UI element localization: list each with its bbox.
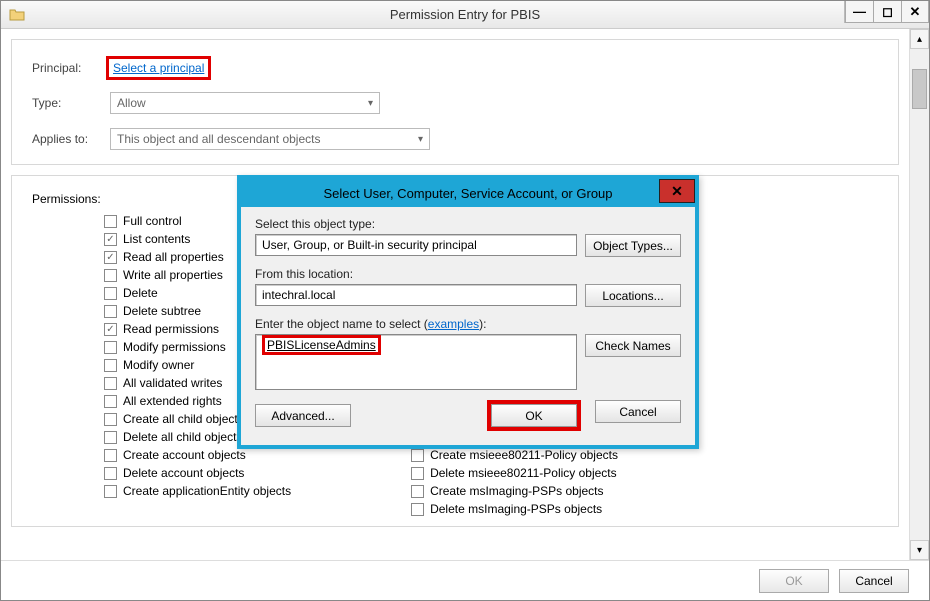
permission-checkbox[interactable] (411, 503, 424, 516)
select-object-title: Select User, Computer, Service Account, … (323, 186, 612, 201)
select-object-ok-button[interactable]: OK (491, 404, 577, 427)
scroll-up-button[interactable]: ▴ (910, 29, 929, 49)
permission-label: Delete (123, 286, 158, 300)
permission-checkbox[interactable] (104, 449, 117, 462)
permission-item: Create msImaging-PSPs objects (411, 484, 677, 498)
permission-label: Delete msieee80211-Policy objects (430, 466, 617, 480)
location-label: From this location: (255, 267, 681, 281)
examples-link[interactable]: examples (428, 317, 479, 331)
object-types-button[interactable]: Object Types... (585, 234, 681, 257)
applies-value: This object and all descendant objects (117, 132, 320, 146)
permission-item: Create account objects (104, 448, 291, 462)
permission-label: Create applicationEntity objects (123, 484, 291, 498)
select-object-footer: Advanced... OK Cancel (255, 400, 681, 431)
applies-label: Applies to: (32, 132, 110, 146)
object-name-input[interactable]: PBISLicenseAdmins (255, 334, 577, 390)
locations-button[interactable]: Locations... (585, 284, 681, 307)
window-title: Permission Entry for PBIS (390, 7, 540, 22)
object-name-label: Enter the object name to select (example… (255, 317, 681, 331)
location-field: intechral.local (255, 284, 577, 306)
permission-label: Create all child objects (123, 412, 244, 426)
permission-label: Create account objects (123, 448, 246, 462)
permission-item: Create msieee80211-Policy objects (411, 448, 677, 462)
permission-label: Modify owner (123, 358, 194, 372)
object-type-label: Select this object type: (255, 217, 681, 231)
permission-checkbox[interactable] (104, 467, 117, 480)
select-object-titlebar: Select User, Computer, Service Account, … (241, 179, 695, 207)
permission-checkbox[interactable] (104, 341, 117, 354)
permission-label: List contents (123, 232, 190, 246)
permission-checkbox[interactable] (104, 485, 117, 498)
permission-label: Create msImaging-PSPs objects (430, 484, 603, 498)
permission-item: Delete msieee80211-Policy objects (411, 466, 677, 480)
permission-entry-window: Permission Entry for PBIS — ◻ ✕ Principa… (0, 0, 930, 601)
permission-checkbox[interactable] (104, 215, 117, 228)
permission-label: Delete account objects (123, 466, 244, 480)
permission-label: All extended rights (123, 394, 222, 408)
minimize-button[interactable]: — (845, 1, 873, 23)
principal-label: Principal: (32, 61, 110, 75)
type-dropdown[interactable]: Allow (110, 92, 380, 114)
highlight-ok: OK (487, 400, 581, 431)
principal-panel: Principal: Select a principal Type: Allo… (11, 39, 899, 165)
permission-label: Read permissions (123, 322, 219, 336)
permission-checkbox[interactable] (104, 269, 117, 282)
permission-checkbox[interactable] (104, 377, 117, 390)
type-value: Allow (117, 96, 146, 110)
permission-item: Delete account objects (104, 466, 291, 480)
permission-checkbox[interactable] (411, 449, 424, 462)
window-controls: — ◻ ✕ (844, 1, 929, 23)
advanced-button[interactable]: Advanced... (255, 404, 351, 427)
permission-checkbox[interactable] (104, 305, 117, 318)
select-object-cancel-button[interactable]: Cancel (595, 400, 681, 423)
permission-checkbox[interactable] (411, 485, 424, 498)
permission-checkbox[interactable] (104, 233, 117, 246)
object-type-field: User, Group, or Built-in security princi… (255, 234, 577, 256)
permission-checkbox[interactable] (104, 395, 117, 408)
select-object-body: Select this object type: User, Group, or… (241, 207, 695, 445)
type-label: Type: (32, 96, 110, 110)
vertical-scrollbar[interactable]: ▴ ▾ (909, 29, 929, 560)
permission-label: Modify permissions (123, 340, 226, 354)
applies-dropdown[interactable]: This object and all descendant objects (110, 128, 430, 150)
permission-item: Create applicationEntity objects (104, 484, 291, 498)
scroll-down-button[interactable]: ▾ (910, 540, 929, 560)
permission-checkbox[interactable] (104, 323, 117, 336)
close-button[interactable]: ✕ (901, 1, 929, 23)
titlebar: Permission Entry for PBIS — ◻ ✕ (1, 1, 929, 29)
permission-checkbox[interactable] (104, 287, 117, 300)
ok-button[interactable]: OK (759, 569, 829, 593)
permission-label: Full control (123, 214, 182, 228)
check-names-button[interactable]: Check Names (585, 334, 681, 357)
highlight-select-principal: Select a principal (106, 56, 211, 80)
permission-label: Delete msImaging-PSPs objects (430, 502, 602, 516)
dialog-footer: OK Cancel (1, 560, 929, 600)
highlight-object-name: PBISLicenseAdmins (262, 335, 381, 355)
permission-checkbox[interactable] (411, 467, 424, 480)
permission-checkbox[interactable] (104, 359, 117, 372)
scroll-thumb[interactable] (912, 69, 927, 109)
permission-checkbox[interactable] (104, 251, 117, 264)
permission-label: Write all properties (123, 268, 223, 282)
permission-checkbox[interactable] (104, 431, 117, 444)
select-object-dialog: Select User, Computer, Service Account, … (237, 175, 699, 449)
permission-label: All validated writes (123, 376, 222, 390)
permission-label: Create msieee80211-Policy objects (430, 448, 618, 462)
select-principal-link[interactable]: Select a principal (113, 61, 204, 75)
permission-item: Delete msImaging-PSPs objects (411, 502, 677, 516)
permission-label: Delete all child objects (123, 430, 242, 444)
permission-label: Read all properties (123, 250, 224, 264)
cancel-button[interactable]: Cancel (839, 569, 909, 593)
maximize-button[interactable]: ◻ (873, 1, 901, 23)
permission-checkbox[interactable] (104, 413, 117, 426)
object-name-value: PBISLicenseAdmins (267, 338, 376, 352)
permission-label: Delete subtree (123, 304, 201, 318)
select-object-close-button[interactable]: ✕ (659, 179, 695, 203)
folder-icon (9, 7, 25, 23)
